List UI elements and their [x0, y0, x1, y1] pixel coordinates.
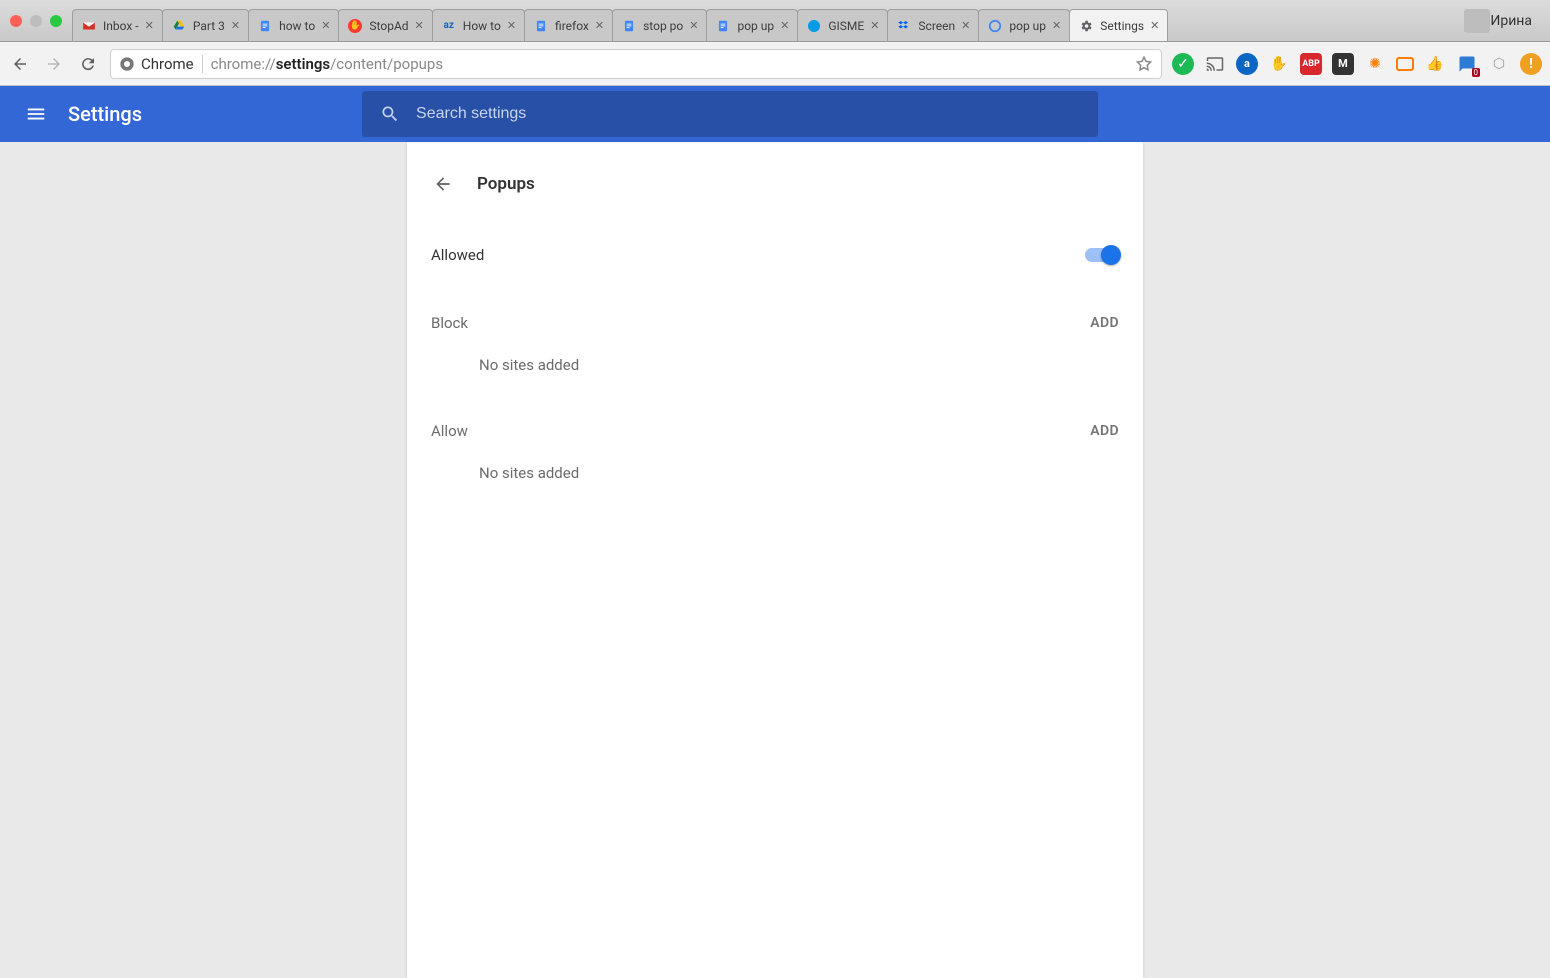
extension-adblock-icon[interactable]: ABP — [1300, 53, 1322, 75]
browser-tab[interactable]: ✋StopAd✕ — [338, 9, 432, 41]
browser-toolbar: Chrome chrome://settings/content/popups … — [0, 42, 1550, 86]
settings-card: Popups Allowed Block ADD No sites added … — [407, 142, 1143, 978]
allow-empty-text: No sites added — [431, 444, 1119, 490]
browser-tab[interactable]: Screen ✕ — [887, 9, 979, 41]
extension-icon[interactable]: 👍 — [1424, 53, 1446, 75]
star-icon — [1135, 55, 1153, 73]
tab-close-button[interactable]: ✕ — [870, 19, 879, 32]
extension-icon[interactable] — [1396, 57, 1414, 71]
menu-button[interactable] — [24, 102, 48, 126]
cast-icon[interactable] — [1204, 53, 1226, 75]
maximize-window-button[interactable] — [50, 15, 62, 27]
browser-tab[interactable]: firefox ✕ — [524, 9, 613, 41]
tab-close-button[interactable]: ✕ — [321, 19, 330, 32]
tab-label: pop up — [1009, 19, 1046, 33]
tab-close-button[interactable]: ✕ — [415, 19, 424, 32]
forward-button[interactable] — [42, 52, 66, 76]
browser-tab[interactable]: GISME ✕ — [797, 9, 888, 41]
allowed-toggle[interactable] — [1085, 248, 1119, 262]
extension-icon[interactable]: 0 — [1456, 53, 1478, 75]
allowed-label: Allowed — [431, 246, 484, 264]
new-tab-button[interactable] — [1464, 9, 1490, 33]
browser-tab[interactable]: how to ✕ — [248, 9, 339, 41]
tab-label: Screen — [918, 19, 955, 33]
extension-icon[interactable]: ✋ — [1268, 53, 1290, 75]
back-button[interactable] — [8, 52, 32, 76]
tab-close-button[interactable]: ✕ — [231, 19, 240, 32]
page-header-row: Popups — [431, 160, 1119, 224]
tab-close-button[interactable]: ✕ — [1052, 19, 1061, 32]
tab-label: firefox — [555, 19, 589, 33]
minimize-window-button[interactable] — [30, 15, 42, 27]
tab-label: pop up — [737, 19, 774, 33]
tab-close-button[interactable]: ✕ — [507, 19, 516, 32]
browser-tab[interactable]: Settings ✕ — [1069, 9, 1168, 41]
window-controls — [10, 15, 62, 27]
close-window-button[interactable] — [10, 15, 22, 27]
tab-label: GISME — [828, 19, 864, 33]
tab-label: stop po — [643, 19, 683, 33]
omnibox-divider — [202, 55, 203, 73]
browser-tab[interactable]: Inbox - ✕ — [72, 9, 163, 41]
allowed-toggle-row: Allowed — [431, 224, 1119, 286]
block-label: Block — [431, 314, 468, 332]
tab-label: Part 3 — [193, 19, 225, 33]
block-add-button[interactable]: ADD — [1090, 315, 1119, 331]
allow-label: Allow — [431, 422, 468, 440]
extension-icon[interactable]: ⬡ — [1488, 53, 1510, 75]
browser-tab[interactable]: pop up ✕ — [978, 9, 1070, 41]
back-arrow-button[interactable] — [431, 172, 455, 196]
bookmark-star-button[interactable] — [1135, 55, 1153, 73]
extension-icon[interactable]: a — [1236, 53, 1258, 75]
settings-search-input[interactable] — [416, 105, 1080, 123]
extension-icon[interactable]: ✓ — [1172, 53, 1194, 75]
tab-close-button[interactable]: ✕ — [145, 19, 154, 32]
address-bar[interactable]: Chrome chrome://settings/content/popups — [110, 49, 1162, 79]
tab-close-button[interactable]: ✕ — [961, 19, 970, 32]
window-titlebar: Inbox -✕Part 3✕how to✕✋StopAd✕azHow to✕f… — [0, 0, 1550, 42]
settings-title: Settings — [68, 102, 142, 126]
allow-section-header: Allow ADD — [431, 382, 1119, 444]
tab-close-button[interactable]: ✕ — [595, 19, 604, 32]
tab-strip: Inbox -✕Part 3✕how to✕✋StopAd✕azHow to✕f… — [72, 0, 1458, 41]
tab-label: Settings — [1100, 19, 1144, 33]
block-empty-text: No sites added — [431, 336, 1119, 382]
profile-name[interactable]: Ирина — [1490, 13, 1532, 29]
browser-tab[interactable]: stop po ✕ — [612, 9, 707, 41]
page-title: Popups — [477, 174, 535, 194]
reload-button[interactable] — [76, 52, 100, 76]
hamburger-icon — [25, 103, 47, 125]
url-text: chrome://settings/content/popups — [211, 55, 443, 73]
site-info-label: Chrome — [141, 55, 194, 73]
tab-close-button[interactable]: ✕ — [1150, 19, 1159, 32]
tab-close-button[interactable]: ✕ — [689, 19, 698, 32]
allow-add-button[interactable]: ADD — [1090, 423, 1119, 439]
settings-body: Popups Allowed Block ADD No sites added … — [0, 142, 1550, 978]
browser-tab[interactable]: Part 3 ✕ — [162, 9, 249, 41]
browser-tab[interactable]: azHow to✕ — [432, 9, 525, 41]
settings-header: Settings — [0, 86, 1550, 142]
extension-warning-icon[interactable]: ! — [1520, 53, 1542, 75]
extension-icon[interactable]: M — [1332, 53, 1354, 75]
extensions-area: ✓ a ✋ ABP M ✺ 👍 0 ⬡ ! — [1172, 53, 1542, 75]
search-icon — [380, 104, 400, 124]
extension-icon[interactable]: ✺ — [1364, 53, 1386, 75]
browser-tab[interactable]: pop up ✕ — [706, 9, 798, 41]
tab-label: Inbox - — [103, 19, 139, 33]
tab-label: How to — [463, 19, 501, 33]
site-info-button[interactable]: Chrome — [119, 55, 194, 73]
toggle-knob — [1101, 245, 1121, 265]
chrome-icon — [119, 56, 135, 72]
settings-search[interactable] — [362, 91, 1098, 137]
tab-label: how to — [279, 19, 315, 33]
block-section-header: Block ADD — [431, 286, 1119, 336]
tab-label: StopAd — [369, 19, 408, 33]
tab-close-button[interactable]: ✕ — [780, 19, 789, 32]
arrow-left-icon — [433, 174, 453, 194]
